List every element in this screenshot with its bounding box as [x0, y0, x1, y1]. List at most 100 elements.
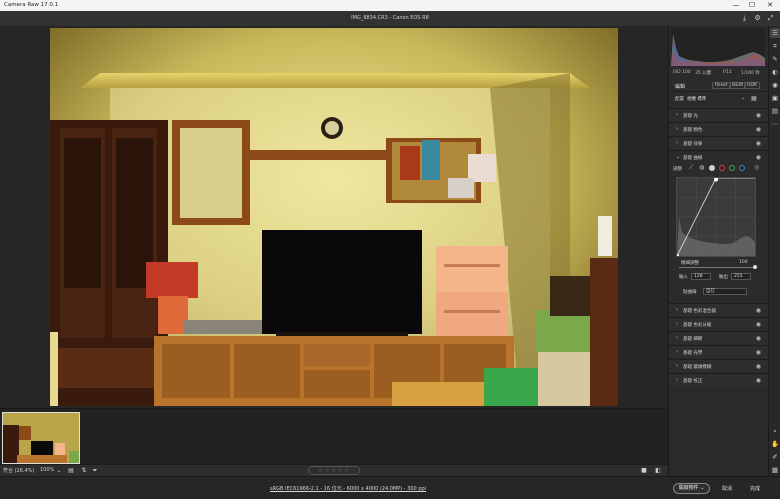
rating-stars[interactable]: ☆☆☆☆☆ [308, 466, 360, 475]
chevron-right-icon: › [676, 349, 678, 355]
eye-icon[interactable]: ◉ [756, 377, 761, 384]
profile-browser-icon[interactable]: ▦ [751, 95, 757, 102]
section-light[interactable]: › 基礎 光 ◉ [669, 108, 769, 121]
done-button[interactable]: 完成 [750, 485, 760, 492]
filter-icon[interactable]: ⏷ [91, 467, 99, 475]
redeye-icon[interactable]: ◉ [770, 80, 780, 90]
aperture: f/11 [723, 70, 732, 75]
chevron-down-icon[interactable]: ⌄ [741, 95, 745, 101]
edit-icon[interactable]: ☰ [770, 28, 780, 38]
heal-icon[interactable]: ✎ [770, 54, 780, 64]
snapshot-icon[interactable]: ▤ [770, 106, 780, 116]
sampler-icon[interactable]: ✐ [770, 452, 780, 462]
cancel-button[interactable]: 取消 [722, 485, 732, 492]
eye-icon[interactable]: ◉ [756, 154, 761, 161]
section-label: 基礎 校正 [683, 379, 703, 384]
eye-icon[interactable]: ◉ [756, 307, 761, 314]
sort-icon[interactable]: ⇅ [80, 467, 88, 475]
eye-icon[interactable]: ◉ [756, 140, 761, 147]
section-label: 基礎 曲線 [683, 156, 703, 161]
refine-slider-track[interactable] [679, 267, 757, 268]
edit-panel: ISO 100 35 公釐 f/11 1/100 秒 編輯 Reset B&W … [668, 26, 769, 476]
rgb-channel-button[interactable] [709, 165, 715, 171]
section-curve[interactable]: ⌄ 基礎 曲線 ◉ [669, 150, 769, 163]
section-color-grading[interactable]: › 基礎 色彩分級 ◉ [669, 317, 769, 330]
point-curve-icon[interactable]: ◍ [699, 164, 704, 171]
chevron-right-icon: › [676, 335, 678, 341]
curve-editor: 調整 ⟋ ◍ ◎ 精細調整 100 輸入 128 輸出 255 點曲線 自訂 [669, 163, 769, 303]
curve-plot [675, 177, 755, 258]
input-field[interactable]: 128 [691, 273, 711, 280]
eye-icon[interactable]: ◉ [756, 112, 761, 119]
profile-row: 配置 相機 標準 ⌄ ▦ [669, 93, 769, 105]
chevron-right-icon: › [676, 363, 678, 369]
image-canvas[interactable] [0, 26, 668, 408]
crop-icon[interactable]: ⌗ [770, 41, 780, 51]
red-channel-button[interactable] [719, 165, 725, 171]
section-effects[interactable]: › 基礎 效果 ◉ [669, 136, 769, 149]
hand-icon[interactable]: ✋ [770, 439, 780, 449]
save-icon[interactable]: ⤓ [740, 14, 749, 23]
chevron-right-icon: › [676, 112, 678, 118]
maximize-button[interactable]: ☐ [746, 1, 758, 10]
section-label: 基礎 細節 [683, 337, 703, 342]
presets-icon[interactable]: ▣ [770, 93, 780, 103]
section-calibration[interactable]: › 基礎 校正 ◉ [669, 373, 769, 386]
section-label: 基礎 色彩分級 [683, 323, 712, 328]
chevron-right-icon: › [676, 126, 678, 132]
section-detail[interactable]: › 基礎 細節 ◉ [669, 331, 769, 344]
fit-zoom-dropdown[interactable]: 符合 (26.4%) [3, 467, 34, 474]
section-optics[interactable]: › 基礎 光學 ◉ [669, 345, 769, 358]
parametric-curve-icon[interactable]: ⟋ [689, 164, 693, 172]
status-bar: sRGB IEC61966-2.1 - 16 位元 - 6000 x 4000 … [0, 476, 780, 499]
bottom-toolbar: 符合 (26.4%) 100% ⌄ ▤ ⇅ ⏷ ☆☆☆☆☆ ■ ◧ [0, 464, 668, 476]
output-field[interactable]: 255 [731, 273, 751, 280]
before-after-icon[interactable]: ◧ [654, 467, 662, 475]
open-object-button[interactable]: 開啟物件 ⌄ [673, 483, 710, 494]
grid-icon[interactable]: ▦ [770, 465, 780, 475]
section-color-mixer[interactable]: › 基礎 色彩混合器 ◉ [669, 303, 769, 316]
chevron-down-icon[interactable]: ⌄ [55, 467, 63, 475]
focal-length: 35 公釐 [695, 71, 712, 76]
settings-icon[interactable]: ⚙ [753, 14, 762, 23]
document-header: IMG_8834.CR3 - Canon EOS R8 ⤓ ⚙ ⤢ [0, 11, 780, 26]
section-label: 基礎 光學 [683, 351, 703, 356]
profile-dropdown[interactable]: 相機 標準 [687, 96, 706, 102]
eye-icon[interactable]: ◉ [756, 126, 761, 133]
zoom-100-dropdown[interactable]: 100% [40, 467, 54, 473]
section-color[interactable]: › 基礎 顏色 ◉ [669, 122, 769, 135]
chevron-down-icon: ⌄ [676, 154, 681, 160]
refine-value[interactable]: 100 [739, 260, 748, 265]
blue-channel-button[interactable] [739, 165, 745, 171]
edit-header-row: 編輯 Reset B&W HDR [669, 80, 769, 92]
chevron-right-icon: › [676, 377, 678, 383]
eye-icon[interactable]: ◉ [756, 363, 761, 370]
refine-label: 精細調整 [681, 261, 699, 266]
hdr-button[interactable]: HDR [744, 82, 760, 89]
reset-button[interactable]: Reset [712, 82, 731, 89]
point-curve-dropdown[interactable]: 自訂 [703, 288, 747, 295]
file-info-link[interactable]: sRGB IEC61966-2.1 - 16 位元 - 6000 x 4000 … [270, 485, 426, 492]
chevron-right-icon: › [676, 321, 678, 327]
single-view-icon[interactable]: ■ [640, 467, 648, 475]
more-icon[interactable]: ⋯ [770, 119, 780, 129]
curve-graph[interactable] [675, 177, 756, 258]
fullscreen-icon[interactable]: ⤢ [766, 14, 775, 23]
minimize-button[interactable]: — [730, 1, 742, 10]
green-channel-button[interactable] [729, 165, 735, 171]
eye-icon[interactable]: ◉ [756, 321, 761, 328]
zoom-icon[interactable]: ⌕ [770, 426, 780, 436]
close-button[interactable]: ✕ [764, 1, 776, 10]
eye-icon[interactable]: ◉ [756, 349, 761, 356]
mask-icon[interactable]: ◐ [770, 67, 780, 77]
section-lens-blur[interactable]: › 基礎 鏡頭模糊 ◉ [669, 359, 769, 372]
section-label: 基礎 鏡頭模糊 [683, 365, 712, 370]
eye-icon[interactable]: ◉ [756, 335, 761, 342]
refine-slider-thumb[interactable] [753, 265, 757, 269]
photo-preview[interactable] [50, 28, 618, 406]
filmstrip-thumbnail[interactable] [2, 412, 80, 464]
app-title: Camera Raw 17.0.1 [4, 2, 59, 8]
shutter-speed: 1/100 秒 [741, 71, 760, 76]
filmstrip-view-icon[interactable]: ▤ [67, 467, 75, 475]
target-adjust-icon[interactable]: ◎ [754, 164, 759, 171]
